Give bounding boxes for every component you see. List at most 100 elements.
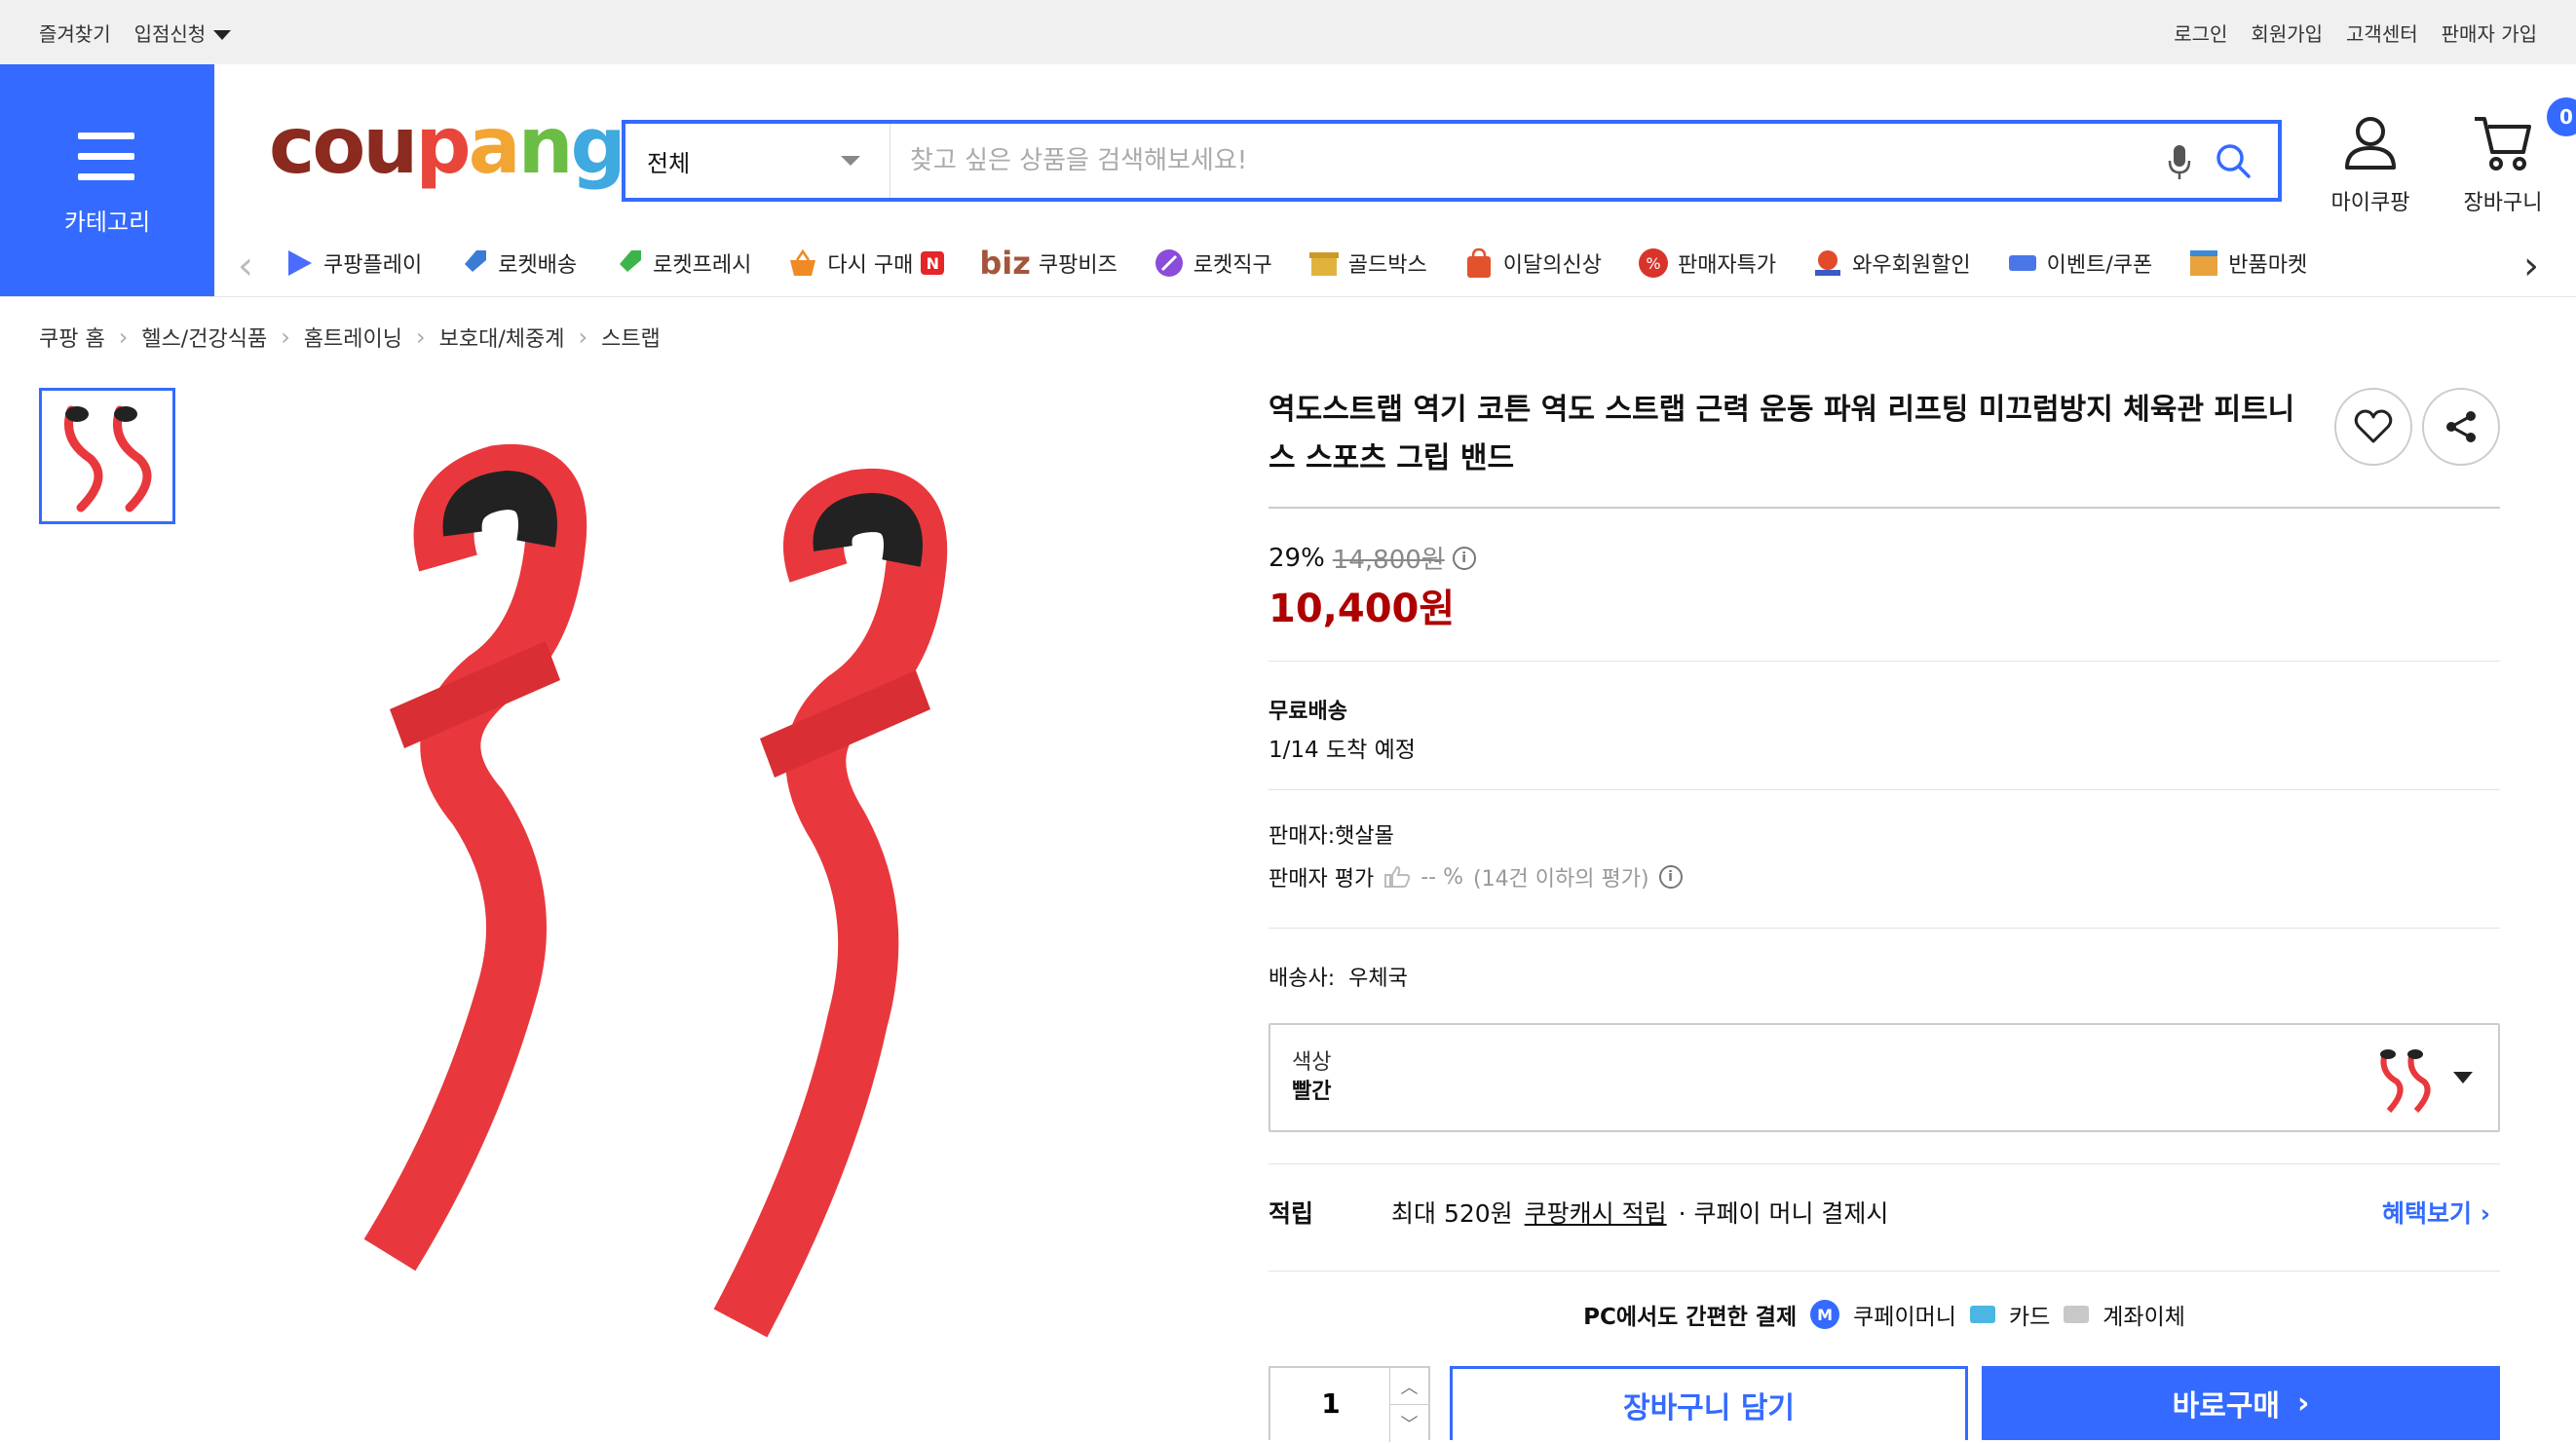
- breadcrumb: 쿠팡 홈 › 헬스/건강식품 › 홈트레이닝 › 보호대/체중계 › 스트랩: [39, 322, 661, 353]
- chevron-right-icon: ›: [2297, 1386, 2310, 1421]
- nav-item-coupang-biz[interactable]: biz 쿠팡비즈: [979, 245, 1117, 282]
- search-icon[interactable]: [2214, 141, 2253, 184]
- breadcrumb-item[interactable]: 스트랩: [601, 322, 661, 353]
- option-value: 빨간: [1292, 1080, 1332, 1104]
- chevron-right-icon: ›: [2480, 1199, 2490, 1228]
- chevron-right-icon: ›: [416, 323, 426, 351]
- seller-apply-dropdown[interactable]: 입점신청: [134, 19, 232, 47]
- buy-now-button[interactable]: 바로구매 ›: [1982, 1366, 2500, 1440]
- product-title: 역도스트랩 역기 코튼 역도 스트랩 근력 운동 파워 리프팅 미끄럼방지 체육…: [1269, 393, 2295, 475]
- breadcrumb-item[interactable]: 헬스/건강식품: [141, 322, 267, 353]
- add-to-cart-button[interactable]: 장바구니 담기: [1450, 1366, 1968, 1440]
- nav-item-rocket-delivery[interactable]: 로켓배송: [457, 247, 577, 280]
- new-badge: N: [921, 251, 945, 275]
- breadcrumb-item[interactable]: 쿠팡 홈: [39, 322, 105, 353]
- seller-name[interactable]: 판매자:햇살몰: [1269, 818, 1394, 850]
- nav-item-gold-box[interactable]: 골드박스: [1307, 247, 1427, 280]
- product-main-image[interactable]: [331, 388, 1208, 1440]
- user-icon: [2345, 117, 2396, 170]
- svg-text:%: %: [1646, 254, 1660, 273]
- play-icon: [288, 250, 312, 276]
- divider: [1269, 789, 2500, 790]
- search-category-select[interactable]: 전체: [625, 124, 890, 198]
- divider: [1269, 928, 2500, 929]
- rocket-global-icon: [1155, 249, 1183, 277]
- benefit-link[interactable]: 혜택보기 ›: [2382, 1195, 2490, 1230]
- my-coupang-button[interactable]: 마이쿠팡: [2307, 113, 2434, 216]
- nav-prev-arrow-icon[interactable]: ‹: [238, 244, 253, 288]
- thumbs-up-icon: [1384, 865, 1411, 888]
- quantity-increase-button[interactable]: ︿: [1389, 1368, 1428, 1405]
- seller-rating-note: (14건 이하의 평가): [1472, 867, 1649, 892]
- color-option-select[interactable]: 색상 빨간: [1269, 1023, 2500, 1132]
- cart-icon: [2475, 117, 2531, 171]
- wow-icon: [1815, 250, 1841, 276]
- wishlist-button[interactable]: [2334, 388, 2412, 466]
- hamburger-icon: [78, 133, 134, 194]
- shipping-date: 1/14 도착 예정: [1269, 738, 1416, 763]
- top-utility-bar: 즐겨찾기 입점신청 로그인 회원가입 고객센터 판매자 가입: [0, 0, 2576, 64]
- nav-next-arrow-icon[interactable]: ›: [2523, 244, 2539, 288]
- cart-label: 장바구니: [2463, 191, 2543, 215]
- login-link[interactable]: 로그인: [2174, 19, 2227, 47]
- reward-row: 적립 최대 520원 쿠팡캐시 적립 · 쿠페이 머니 결제시 혜택보기 ›: [1269, 1195, 2500, 1230]
- nav-item-rebuy[interactable]: 다시 구매 N: [786, 247, 945, 280]
- nav-item-coupang-play[interactable]: 쿠팡플레이: [283, 247, 422, 280]
- rocket-fresh-icon: [618, 250, 642, 274]
- nav-item-wow-discount[interactable]: 와우회원할인: [1811, 247, 1971, 280]
- category-label: 카테고리: [63, 209, 151, 236]
- quantity-input[interactable]: [1270, 1387, 1391, 1420]
- sale-price: 10,400원: [1269, 587, 1456, 631]
- nav-item-new-arrivals[interactable]: 이달의신상: [1462, 247, 1602, 280]
- quantity-decrease-button[interactable]: ﹀: [1389, 1405, 1428, 1442]
- coupay-money-icon: M: [1810, 1300, 1840, 1329]
- product-thumbnail[interactable]: [39, 388, 175, 524]
- new-bag-icon: [1466, 247, 1491, 278]
- option-label: 색상: [1292, 1050, 1332, 1075]
- coupang-cash-link[interactable]: 쿠팡캐시 적립: [1525, 1195, 1667, 1230]
- discount-rate: 29%: [1269, 543, 1325, 573]
- breadcrumb-item[interactable]: 홈트레이닝: [304, 322, 402, 353]
- nav-item-rocket-global[interactable]: 로켓직구: [1153, 247, 1272, 280]
- card-icon: [1969, 1306, 1995, 1323]
- bookmark-link[interactable]: 즐겨찾기: [39, 19, 111, 47]
- seller-rating: 판매자 평가 -- % (14건 이하의 평가) i: [1269, 861, 1683, 893]
- buy-now-label: 바로구매: [2172, 1389, 2281, 1424]
- seller-rating-label: 판매자 평가: [1269, 867, 1375, 892]
- search-input[interactable]: [910, 124, 2079, 198]
- carrier-info: 배송사: 우체국: [1269, 967, 1408, 991]
- category-button[interactable]: 카테고리: [0, 64, 214, 296]
- quantity-stepper: ︿ ﹀: [1269, 1366, 1430, 1442]
- divider: [1269, 1163, 2500, 1164]
- nav-item-seller-deals[interactable]: % 판매자특가: [1637, 247, 1776, 280]
- search-category-value: 전체: [647, 149, 691, 177]
- share-icon: [2446, 411, 2476, 442]
- breadcrumb-item[interactable]: 보호대/체중계: [439, 322, 565, 353]
- info-icon[interactable]: i: [1658, 865, 1683, 889]
- divider: [1269, 1271, 2500, 1272]
- gold-box-icon: [1308, 252, 1339, 276]
- reward-condition: · 쿠페이 머니 결제시: [1678, 1199, 1889, 1228]
- coupang-logo[interactable]: coupang: [269, 107, 626, 185]
- customer-center-link[interactable]: 고객센터: [2346, 19, 2418, 47]
- reward-label: 적립: [1269, 1199, 1314, 1228]
- info-icon[interactable]: i: [1452, 546, 1476, 570]
- chevron-right-icon: ›: [578, 323, 588, 351]
- rocket-icon: [463, 250, 487, 274]
- title-divider: [1269, 507, 2500, 509]
- nav-item-rocket-fresh[interactable]: 로켓프레시: [612, 247, 751, 280]
- shipping-title: 무료배송: [1269, 700, 1347, 724]
- signup-link[interactable]: 회원가입: [2251, 19, 2323, 47]
- seller-signup-link[interactable]: 판매자 가입: [2442, 19, 2537, 47]
- nav-item-events-coupons[interactable]: 이벤트/쿠폰: [2006, 247, 2152, 280]
- cart-button[interactable]: 0 장바구니: [2440, 97, 2576, 216]
- microphone-icon[interactable]: [2167, 143, 2192, 186]
- share-button[interactable]: [2422, 388, 2500, 466]
- basket-icon: [790, 248, 816, 276]
- option-thumbnail-image: [2380, 1049, 2431, 1114]
- biz-logo: biz: [979, 245, 1031, 282]
- heart-icon: [2354, 409, 2393, 443]
- seller-apply-label: 입점신청: [133, 21, 207, 46]
- nav-item-return-market[interactable]: 반품마켓: [2187, 247, 2307, 280]
- reward-amount: 최대 520원: [1391, 1199, 1513, 1228]
